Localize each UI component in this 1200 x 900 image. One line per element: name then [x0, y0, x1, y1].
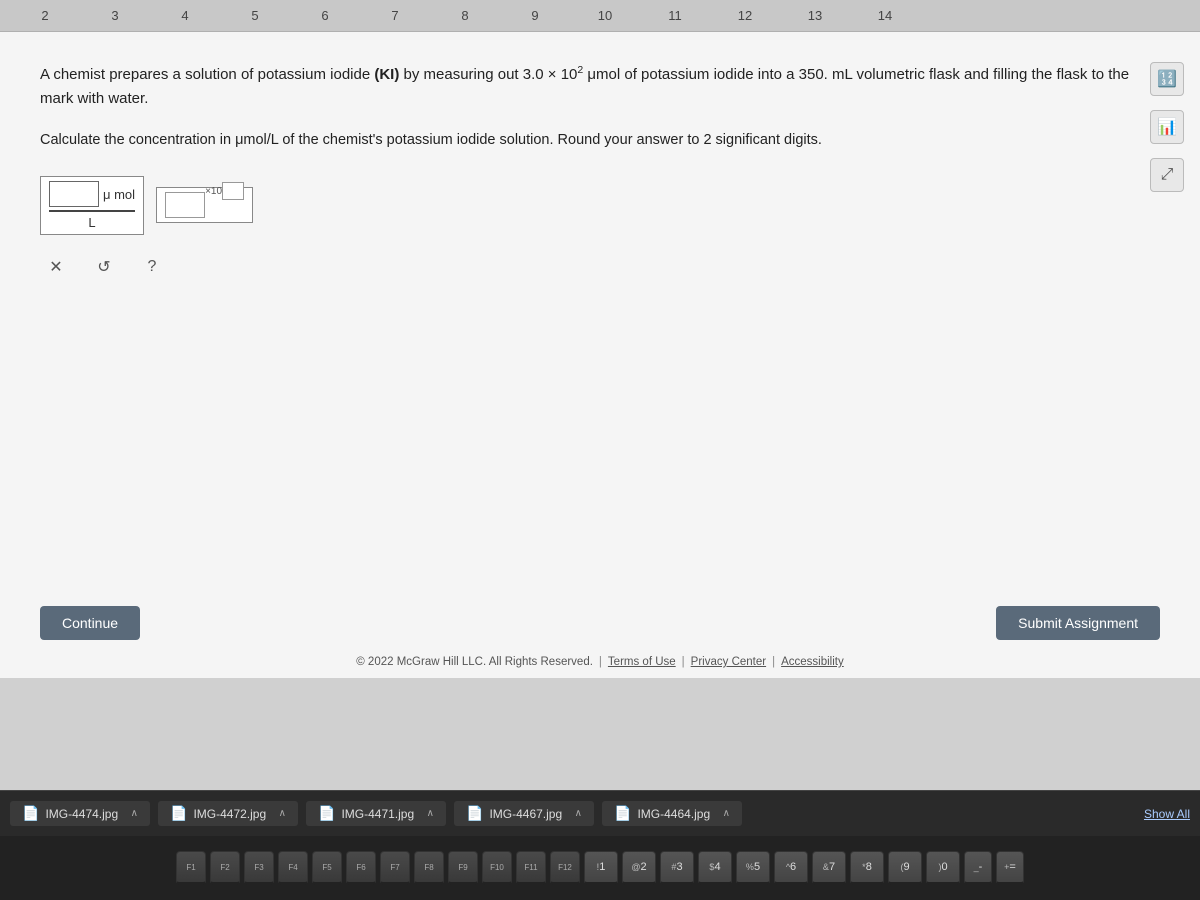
- chevron-icon-2: ∧: [427, 808, 434, 819]
- chart-icon: 📊: [1157, 117, 1177, 137]
- key-f7[interactable]: F7: [380, 851, 410, 885]
- key-9[interactable]: ( 9: [888, 851, 922, 885]
- download-filename-4: IMG-4464.jpg: [637, 807, 710, 821]
- show-all-button[interactable]: Show All: [1144, 807, 1190, 821]
- key-f3[interactable]: F3: [244, 851, 274, 885]
- key-7[interactable]: & 7: [812, 851, 846, 885]
- num-13: 13: [780, 8, 850, 23]
- action-bar: Continue Submit Assignment: [0, 592, 1200, 650]
- calculator-icon-btn[interactable]: 🔢: [1150, 62, 1184, 96]
- taskbar: 📄 IMG-4474.jpg ∧ 📄 IMG-4472.jpg ∧ 📄 IMG-…: [0, 790, 1200, 900]
- exponent-power-input[interactable]: [222, 182, 244, 200]
- main-content: 🔢 📊 ⤢ A chemist prepares a solution of p…: [0, 32, 1200, 592]
- num-7: 7: [360, 8, 430, 23]
- download-item-0[interactable]: 📄 IMG-4474.jpg ∧: [10, 801, 150, 826]
- num-5: 5: [220, 8, 290, 23]
- key-8[interactable]: * 8: [850, 851, 884, 885]
- top-number-bar: 2 3 4 5 6 7 8 9 10 11 12 13 14: [0, 0, 1200, 32]
- chevron-icon-0: ∧: [131, 808, 138, 819]
- expand-icon-btn[interactable]: ⤢: [1150, 158, 1184, 192]
- footer: © 2022 McGraw Hill LLC. All Rights Reser…: [0, 650, 1200, 678]
- key-f12[interactable]: F12: [550, 851, 580, 885]
- download-item-3[interactable]: 📄 IMG-4467.jpg ∧: [454, 801, 594, 826]
- file-icon-4: 📄: [614, 805, 631, 822]
- fraction-input-box: μ mol L: [40, 176, 144, 235]
- key-6[interactable]: ^ 6: [774, 851, 808, 885]
- unit-numerator-label: μ mol: [103, 187, 135, 202]
- key-f8[interactable]: F8: [414, 851, 444, 885]
- download-filename-2: IMG-4471.jpg: [341, 807, 414, 821]
- chevron-icon-3: ∧: [575, 808, 582, 819]
- continue-button[interactable]: Continue: [40, 606, 140, 640]
- file-icon-3: 📄: [466, 805, 483, 822]
- copyright-text: © 2022 McGraw Hill LLC. All Rights Reser…: [356, 656, 593, 668]
- key-f4[interactable]: F4: [278, 851, 308, 885]
- key-f2[interactable]: F2: [210, 851, 240, 885]
- chart-icon-btn[interactable]: 📊: [1150, 110, 1184, 144]
- fraction-line: [49, 210, 135, 212]
- num-9: 9: [500, 8, 570, 23]
- key-minus[interactable]: _ -: [964, 851, 992, 885]
- key-equals[interactable]: + =: [996, 851, 1024, 885]
- tool-row: ✕ ↺ ?: [40, 251, 1160, 283]
- download-item-4[interactable]: 📄 IMG-4464.jpg ∧: [602, 801, 742, 826]
- download-item-1[interactable]: 📄 IMG-4472.jpg ∧: [158, 801, 298, 826]
- num-8: 8: [430, 8, 500, 23]
- calculator-icon: 🔢: [1157, 69, 1177, 89]
- num-10: 10: [570, 8, 640, 23]
- download-filename-0: IMG-4474.jpg: [45, 807, 118, 821]
- num-2: 2: [10, 8, 80, 23]
- chevron-icon-4: ∧: [723, 808, 730, 819]
- keyboard-row: F1 F2 F3 F4 F5 F6 F7 F8 F9 F10 F11 F12 !…: [0, 836, 1200, 900]
- help-button[interactable]: ?: [136, 251, 168, 283]
- key-3[interactable]: # 3: [660, 851, 694, 885]
- key-1[interactable]: ! 1: [584, 851, 618, 885]
- key-f9[interactable]: F9: [448, 851, 478, 885]
- num-6: 6: [290, 8, 360, 23]
- key-4[interactable]: $ 4: [698, 851, 732, 885]
- download-filename-3: IMG-4467.jpg: [489, 807, 562, 821]
- key-f10[interactable]: F10: [482, 851, 512, 885]
- terms-link[interactable]: Terms of Use: [608, 656, 676, 668]
- key-f5[interactable]: F5: [312, 851, 342, 885]
- chevron-icon-1: ∧: [279, 808, 286, 819]
- num-12: 12: [710, 8, 780, 23]
- exponent-base-input[interactable]: [165, 192, 205, 218]
- exponent-input-box: ×10: [156, 187, 253, 223]
- download-filename-1: IMG-4472.jpg: [193, 807, 266, 821]
- fraction-numerator: μ mol: [49, 181, 135, 207]
- num-3: 3: [80, 8, 150, 23]
- num-11: 11: [640, 8, 710, 23]
- file-icon-1: 📄: [170, 805, 187, 822]
- answer-row: μ mol L ×10: [40, 176, 1160, 235]
- download-item-2[interactable]: 📄 IMG-4471.jpg ∧: [306, 801, 446, 826]
- expand-icon: ⤢: [1161, 166, 1174, 184]
- numerator-input[interactable]: [49, 181, 99, 207]
- privacy-link[interactable]: Privacy Center: [691, 656, 766, 668]
- num-4: 4: [150, 8, 220, 23]
- question-text: Calculate the concentration in μmol/L of…: [40, 129, 1160, 152]
- problem-text: A chemist prepares a solution of potassi…: [40, 62, 1160, 111]
- key-f1[interactable]: F1: [176, 851, 206, 885]
- right-icons: 🔢 📊 ⤢: [1150, 62, 1184, 192]
- file-icon-0: 📄: [22, 805, 39, 822]
- accessibility-link[interactable]: Accessibility: [781, 656, 844, 668]
- key-0[interactable]: ) 0: [926, 851, 960, 885]
- file-icon-2: 📄: [318, 805, 335, 822]
- num-14: 14: [850, 8, 920, 23]
- key-2[interactable]: @ 2: [622, 851, 656, 885]
- key-5[interactable]: % 5: [736, 851, 770, 885]
- clear-button[interactable]: ✕: [40, 251, 72, 283]
- key-f6[interactable]: F6: [346, 851, 376, 885]
- times10-label: ×10: [205, 186, 222, 197]
- fraction-denominator-label: L: [88, 215, 95, 230]
- download-bar: 📄 IMG-4474.jpg ∧ 📄 IMG-4472.jpg ∧ 📄 IMG-…: [0, 790, 1200, 836]
- submit-button[interactable]: Submit Assignment: [996, 606, 1160, 640]
- key-f11[interactable]: F11: [516, 851, 546, 885]
- undo-button[interactable]: ↺: [88, 251, 120, 283]
